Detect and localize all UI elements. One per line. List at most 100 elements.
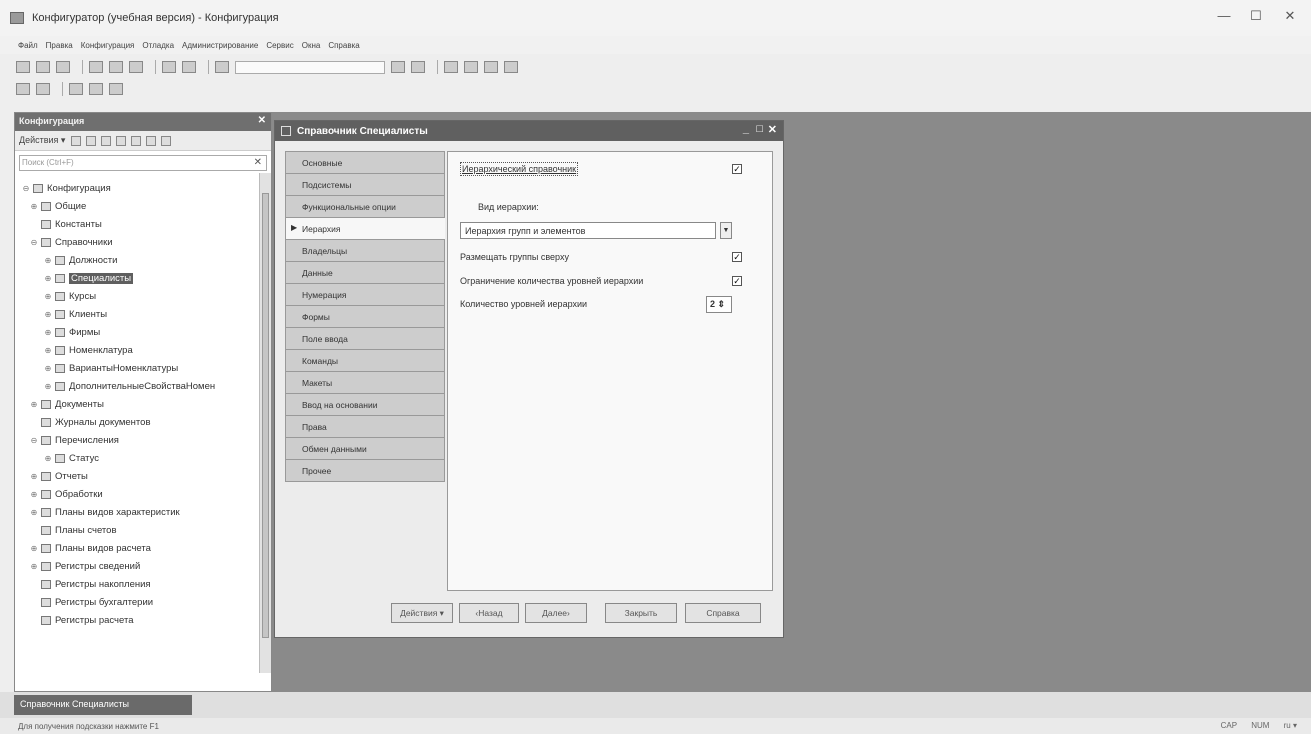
window-tab[interactable]: Справочник Специалисты <box>14 695 192 715</box>
help-icon[interactable] <box>504 61 518 73</box>
tree-item[interactable]: ⊕ Фирмы <box>21 323 271 341</box>
expander-icon[interactable]: ⊕ <box>29 562 39 571</box>
tree-close-icon[interactable]: ✕ <box>258 115 266 126</box>
move-down-icon[interactable] <box>146 135 157 146</box>
tree-item[interactable]: ⊕ Курсы <box>21 287 271 305</box>
menu-administration[interactable]: Администрирование <box>182 41 258 50</box>
tree-item[interactable]: ⊕ Отчеты <box>21 467 271 485</box>
help-button[interactable]: Справка <box>685 603 761 623</box>
table-icon[interactable] <box>89 83 103 95</box>
tree-item[interactable]: ⊖ Справочники <box>21 233 271 251</box>
tree-item[interactable]: ⊕ Статус <box>21 449 271 467</box>
redo-icon[interactable] <box>182 61 196 73</box>
expander-icon[interactable]: ⊕ <box>43 364 53 373</box>
tree-search-input[interactable]: Поиск (Ctrl+F) ✕ <box>19 155 267 171</box>
tree-item-selected[interactable]: ⊕ Специалисты <box>21 269 271 287</box>
close-button[interactable]: ✕ <box>1275 8 1305 28</box>
expander-icon[interactable]: ⊕ <box>29 400 39 409</box>
nav-item-data-exchange[interactable]: Обмен данными <box>285 437 445 460</box>
menu-help[interactable]: Справка <box>328 41 359 50</box>
nav-item-hierarchy[interactable]: ▶ Иерархия <box>285 217 445 240</box>
nav-item-input-field[interactable]: Поле ввода <box>285 327 445 350</box>
tree-item[interactable]: Регистры накопления <box>21 575 271 593</box>
save-icon[interactable] <box>56 61 70 73</box>
maximize-button[interactable]: ☐ <box>1241 8 1271 28</box>
menu-file[interactable]: Файл <box>18 41 38 50</box>
hierarchical-catalog-label[interactable]: Иерархический справочник <box>460 162 579 176</box>
tree-item[interactable]: ⊕ ВариантыНоменклатуры <box>21 359 271 377</box>
nav-item-functional-options[interactable]: Функциональные опции <box>285 195 445 218</box>
nav-item-other[interactable]: Прочее <box>285 459 445 482</box>
nav-item-forms[interactable]: Формы <box>285 305 445 328</box>
expander-icon[interactable]: ⊕ <box>43 292 53 301</box>
nav-item-rights[interactable]: Права <box>285 415 445 438</box>
debug-icon[interactable] <box>444 61 458 73</box>
menu-configuration[interactable]: Конфигурация <box>81 41 135 50</box>
config-icon[interactable] <box>16 83 30 95</box>
back-button[interactable]: ‹Назад <box>459 603 519 623</box>
clear-search-icon[interactable]: ✕ <box>254 157 262 168</box>
close-dialog-button[interactable]: Закрыть <box>605 603 677 623</box>
tree-item[interactable]: ⊕ Документы <box>21 395 271 413</box>
dialog-close-button[interactable]: ✕ <box>768 123 777 136</box>
nav-item-numbering[interactable]: Нумерация <box>285 283 445 306</box>
cut-icon[interactable] <box>89 61 103 73</box>
minimize-button[interactable]: — <box>1209 8 1239 28</box>
tree-actions-menu[interactable]: Действия ▾ <box>19 135 65 146</box>
actions-menu-button[interactable]: Действия ▾ <box>391 603 453 623</box>
tree-item[interactable]: ⊕ Обработки <box>21 485 271 503</box>
expander-icon[interactable]: ⊕ <box>29 202 39 211</box>
tree-item[interactable]: ⊕ Планы видов характеристик <box>21 503 271 521</box>
expander-icon[interactable]: ⊕ <box>43 382 53 391</box>
nav-item-subsystems[interactable]: Подсистемы <box>285 173 445 196</box>
find-next-icon[interactable] <box>391 61 405 73</box>
menu-service[interactable]: Сервис <box>266 41 293 50</box>
move-up-icon[interactable] <box>131 135 142 146</box>
properties-icon[interactable] <box>36 83 50 95</box>
expander-icon[interactable]: ⊖ <box>29 436 39 445</box>
hierarchical-catalog-checkbox[interactable]: ✓ <box>732 164 742 174</box>
copy-icon[interactable] <box>101 135 112 146</box>
tree-item[interactable]: Константы <box>21 215 271 233</box>
sort-icon[interactable] <box>161 135 172 146</box>
hierarchy-type-select[interactable]: Иерархия групп и элементов <box>460 222 716 239</box>
nav-item-input-based[interactable]: Ввод на основании <box>285 393 445 416</box>
next-button[interactable]: Далее› <box>525 603 587 623</box>
add-icon[interactable] <box>71 135 82 146</box>
find-icon[interactable] <box>215 61 229 73</box>
tree-scrollbar[interactable] <box>259 173 271 673</box>
expander-icon[interactable]: ⊖ <box>21 184 31 193</box>
tree-item[interactable]: ⊕ Клиенты <box>21 305 271 323</box>
copy-icon[interactable] <box>109 61 123 73</box>
expander-icon[interactable]: ⊕ <box>43 346 53 355</box>
levels-count-stepper[interactable]: 2 ⇕ <box>706 296 732 313</box>
groups-on-top-checkbox[interactable]: ✓ <box>732 252 742 262</box>
dialog-minimize-button[interactable]: _ <box>743 123 749 135</box>
tree-item[interactable]: ⊕ Регистры сведений <box>21 557 271 575</box>
expander-icon[interactable]: ⊕ <box>43 454 53 463</box>
edit-icon[interactable] <box>86 135 97 146</box>
tree-item[interactable]: ⊕ ДополнительныеСвойстваНомен <box>21 377 271 395</box>
menu-edit[interactable]: Правка <box>46 41 73 50</box>
scrollbar-thumb[interactable] <box>262 193 269 638</box>
chevron-down-icon[interactable]: ▼ <box>720 222 732 239</box>
expander-icon[interactable]: ⊖ <box>29 238 39 247</box>
tree-item[interactable]: ⊕ Планы видов расчета <box>21 539 271 557</box>
search-input[interactable] <box>235 60 385 74</box>
open-icon[interactable] <box>36 61 50 73</box>
menu-debug[interactable]: Отладка <box>142 41 174 50</box>
update-db-icon[interactable] <box>484 61 498 73</box>
expander-icon[interactable]: ⊕ <box>29 508 39 517</box>
tree-item[interactable]: ⊕ Должности <box>21 251 271 269</box>
expander-icon[interactable]: ⊕ <box>43 310 53 319</box>
expander-icon[interactable]: ⊕ <box>43 328 53 337</box>
expander-icon[interactable]: ⊕ <box>43 274 53 283</box>
nav-item-owners[interactable]: Владельцы <box>285 239 445 262</box>
find-prev-icon[interactable] <box>411 61 425 73</box>
tree-item[interactable]: ⊕ Общие <box>21 197 271 215</box>
delete-icon[interactable] <box>116 135 127 146</box>
tree-item[interactable]: ⊕ Номенклатура <box>21 341 271 359</box>
nav-item-templates[interactable]: Макеты <box>285 371 445 394</box>
expander-icon[interactable]: ⊕ <box>29 490 39 499</box>
expander-icon[interactable]: ⊕ <box>29 472 39 481</box>
